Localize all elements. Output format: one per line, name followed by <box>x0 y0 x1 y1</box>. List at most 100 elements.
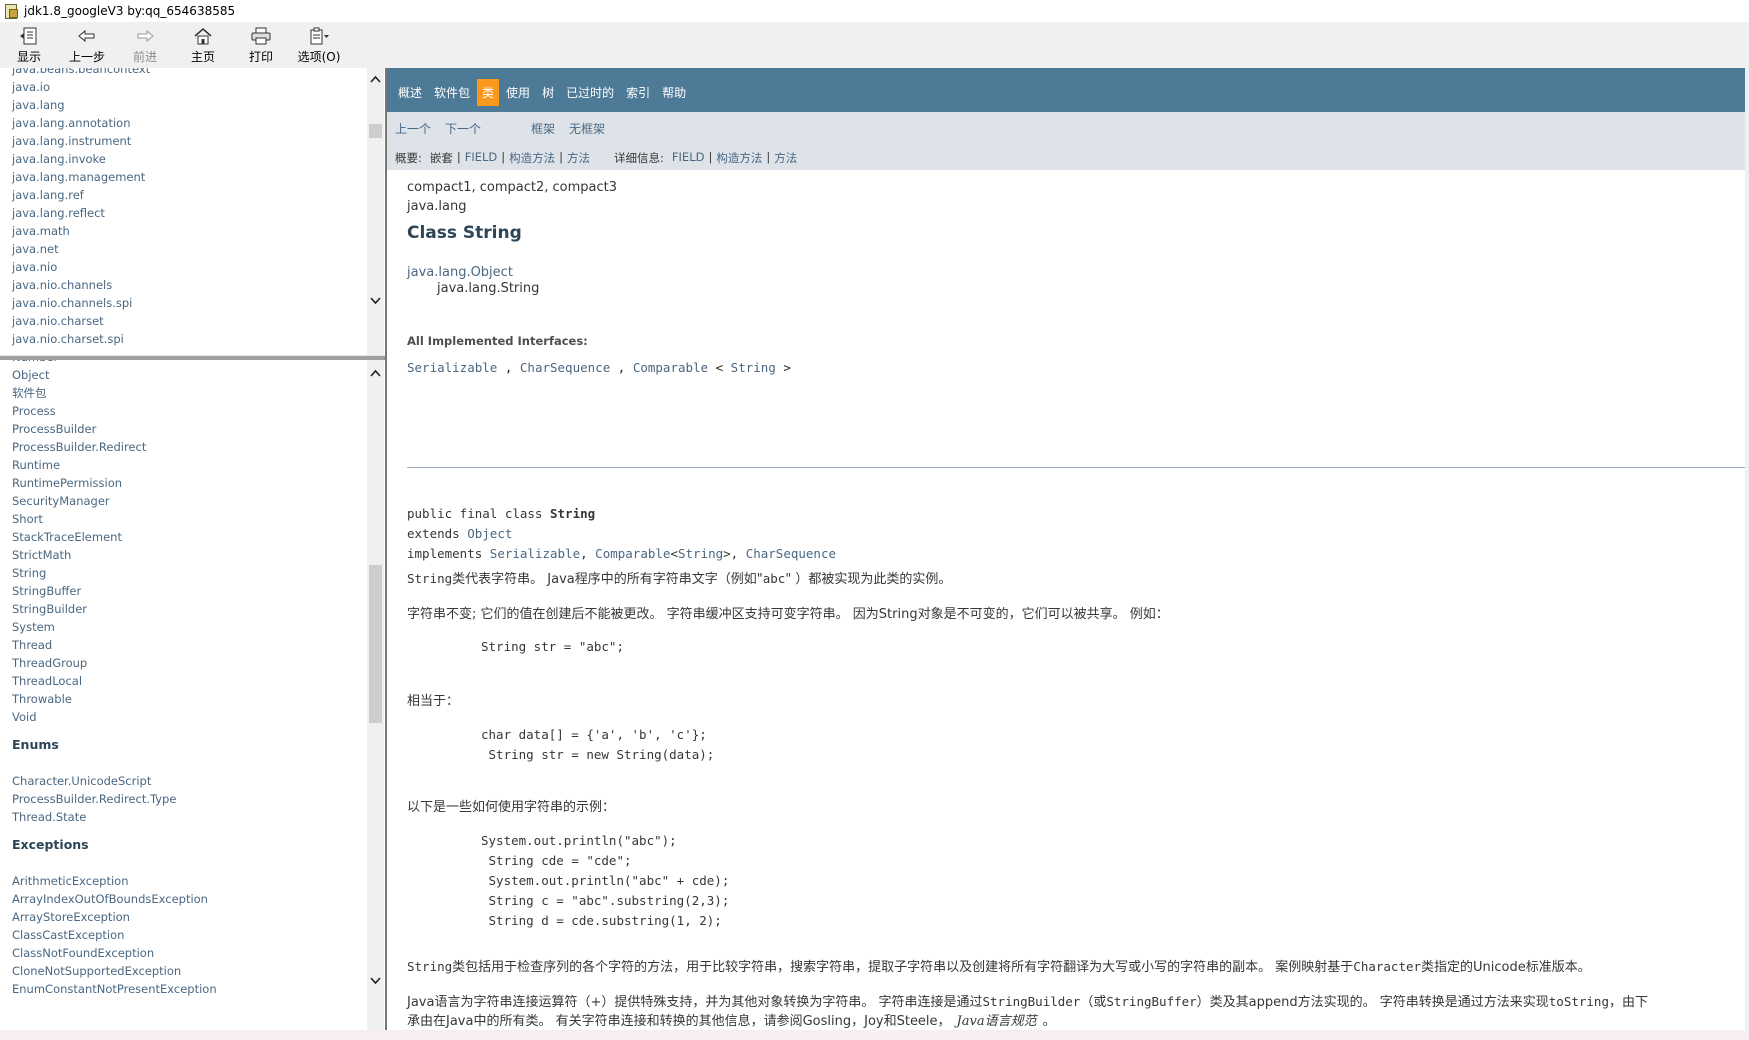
back-button[interactable]: 上一步 <box>58 22 116 68</box>
package-list-pane: java.beans.beancontext java.io java.lang ja… <box>0 68 384 355</box>
scroll-down-icon[interactable] <box>367 292 384 309</box>
package-link-java-nio-channels-spi[interactable]: java.nio.channels.spi <box>12 294 150 312</box>
class-link-threadgroup[interactable]: ThreadGroup <box>12 654 217 672</box>
character-link[interactable]: Character <box>1353 959 1421 974</box>
exception-link-arithmeticexception[interactable]: ArithmeticException <box>12 872 217 890</box>
class-link-processbuilder[interactable]: ProcessBuilder <box>12 420 217 438</box>
package-link-java-io[interactable]: java.io <box>12 78 150 96</box>
sub-nav-links: 上一个 下一个 框架 无框架 <box>395 120 619 137</box>
class-doc-content: compact1, compact2, compact3 java.lang C… <box>407 180 1749 1029</box>
object-link[interactable]: Object <box>467 526 512 541</box>
package-link-java-lang-ref[interactable]: java.lang.ref <box>12 186 150 204</box>
top-nav-item-4[interactable]: 树 <box>537 79 559 106</box>
charsequence-link[interactable]: CharSequence <box>520 360 610 375</box>
string-type-link[interactable]: String <box>731 360 776 375</box>
top-nav-item-2[interactable]: 类 <box>477 79 500 106</box>
forward-button[interactable]: 前进 <box>116 22 174 68</box>
exception-link-classnotfoundexception[interactable]: ClassNotFoundException <box>12 944 217 962</box>
enum-link-processbuilder-redirect-type[interactable]: ProcessBuilder.Redirect.Type <box>12 790 217 808</box>
options-icon <box>308 26 330 46</box>
class-link-thread[interactable]: Thread <box>12 636 217 654</box>
enums-heading: Enums <box>12 737 59 752</box>
detail-label: 详细信息: <box>614 151 664 165</box>
top-nav-item-1[interactable]: 软件包 <box>429 79 475 106</box>
top-nav-item-6[interactable]: 索引 <box>621 79 655 106</box>
top-nav-item-0[interactable]: 概述 <box>393 79 427 106</box>
scroll-up-icon[interactable] <box>367 70 384 87</box>
package-link-java-lang-reflect[interactable]: java.lang.reflect <box>12 204 150 222</box>
package-link-java-beans-beancontext[interactable]: java.beans.beancontext <box>12 68 150 78</box>
package-link-java-math[interactable]: java.math <box>12 222 150 240</box>
exception-link-enumconstantnotpresentexception[interactable]: EnumConstantNotPresentException <box>12 980 217 998</box>
summary-method-link[interactable]: 方法 <box>567 150 590 166</box>
class-link-object[interactable]: Object <box>12 366 217 384</box>
inheritance-parent-link[interactable]: java.lang.Object <box>407 265 1737 280</box>
exception-link-clonenotsupportedexception[interactable]: CloneNotSupportedException <box>12 962 217 980</box>
class-link-runtimepermission[interactable]: RuntimePermission <box>12 474 217 492</box>
package-link-java-nio-charset-spi[interactable]: java.nio.charset.spi <box>12 330 150 348</box>
class-link-item[interactable]: 软件包 <box>12 384 217 402</box>
string-type-link[interactable]: String <box>678 546 723 561</box>
scroll-thumb[interactable] <box>369 565 382 723</box>
class-link-processbuilder-redirect[interactable]: ProcessBuilder.Redirect <box>12 438 217 456</box>
package-scrollbar[interactable] <box>367 68 384 355</box>
detail-method-link[interactable]: 方法 <box>774 150 797 166</box>
detail-constructor-link[interactable]: 构造方法 <box>716 150 762 166</box>
scroll-up-icon[interactable] <box>367 364 384 381</box>
top-nav-item-3[interactable]: 使用 <box>501 79 535 106</box>
serializable-link[interactable]: Serializable <box>407 360 497 375</box>
package-link-java-lang-invoke[interactable]: java.lang.invoke <box>12 150 150 168</box>
class-link-process[interactable]: Process <box>12 402 217 420</box>
content-scrollbar[interactable] <box>1745 68 1749 1030</box>
package-link-java-lang-annotation[interactable]: java.lang.annotation <box>12 114 150 132</box>
next-class-link[interactable]: 下一个 <box>445 120 481 137</box>
class-link-short[interactable]: Short <box>12 510 217 528</box>
exception-link-arrayindexoutofboundsexception[interactable]: ArrayIndexOutOfBoundsException <box>12 890 217 908</box>
home-button[interactable]: 主页 <box>174 22 232 68</box>
enum-link-character-unicodescript[interactable]: Character.UnicodeScript <box>12 772 217 790</box>
class-link-securitymanager[interactable]: SecurityManager <box>12 492 217 510</box>
class-list: NumberObject软件包ProcessProcessBuilderProc… <box>12 360 217 998</box>
package-link-java-lang-instrument[interactable]: java.lang.instrument <box>12 132 150 150</box>
enum-link-thread-state[interactable]: Thread.State <box>12 808 217 826</box>
class-link-system[interactable]: System <box>12 618 217 636</box>
comparable-link[interactable]: Comparable <box>595 546 670 561</box>
class-link-stringbuffer[interactable]: StringBuffer <box>12 582 217 600</box>
compact-profiles: compact1, compact2, compact3 <box>407 180 618 195</box>
package-link-java-nio-channels[interactable]: java.nio.channels <box>12 276 150 294</box>
class-link-void[interactable]: Void <box>12 708 217 726</box>
options-button[interactable]: 选项(O) <box>290 22 348 68</box>
summary-field-link[interactable]: FIELD <box>465 150 498 166</box>
exception-link-classcastexception[interactable]: ClassCastException <box>12 926 217 944</box>
class-link-threadlocal[interactable]: ThreadLocal <box>12 672 217 690</box>
class-link-stacktraceelement[interactable]: StackTraceElement <box>12 528 217 546</box>
package-link-java-nio-charset[interactable]: java.nio.charset <box>12 312 150 330</box>
top-nav-item-7[interactable]: 帮助 <box>657 79 691 106</box>
exception-link-arraystoreexception[interactable]: ArrayStoreException <box>12 908 217 926</box>
class-link-runtime[interactable]: Runtime <box>12 456 217 474</box>
comparable-link[interactable]: Comparable <box>633 360 708 375</box>
section-divider <box>407 467 1749 468</box>
top-nav-item-5[interactable]: 已过时的 <box>561 79 619 106</box>
class-link-strictmath[interactable]: StrictMath <box>12 546 217 564</box>
package-link-java-lang-management[interactable]: java.lang.management <box>12 168 150 186</box>
window-title: jdk1.8_googleV3 by:qq_654638585 <box>24 4 236 18</box>
package-link-java-lang[interactable]: java.lang <box>12 96 150 114</box>
class-link-throwable[interactable]: Throwable <box>12 690 217 708</box>
prev-class-link[interactable]: 上一个 <box>395 120 431 137</box>
scroll-down-icon[interactable] <box>367 972 384 989</box>
class-link-string[interactable]: String <box>12 564 217 582</box>
class-link-stringbuilder[interactable]: StringBuilder <box>12 600 217 618</box>
package-link-java-nio[interactable]: java.nio <box>12 258 150 276</box>
detail-field-link[interactable]: FIELD <box>672 150 705 166</box>
serializable-link[interactable]: Serializable <box>490 546 580 561</box>
class-scrollbar[interactable] <box>367 360 384 1030</box>
charsequence-link[interactable]: CharSequence <box>746 546 836 561</box>
frames-link[interactable]: 框架 <box>531 120 555 137</box>
print-button[interactable]: 打印 <box>232 22 290 68</box>
package-link-java-net[interactable]: java.net <box>12 240 150 258</box>
summary-constructor-link[interactable]: 构造方法 <box>509 150 555 166</box>
no-frames-link[interactable]: 无框架 <box>569 120 605 137</box>
scroll-thumb[interactable] <box>369 124 382 138</box>
show-button[interactable]: 显示 <box>0 22 58 68</box>
